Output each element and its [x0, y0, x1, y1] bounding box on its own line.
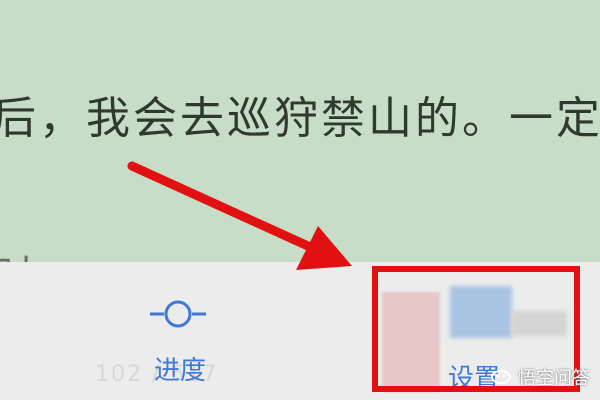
wukong-logo-icon [491, 370, 512, 384]
watermark: 悟空问答 [490, 364, 590, 390]
watermark-text: 悟空问答 [518, 368, 590, 389]
red-arrow-annotation [127, 161, 352, 270]
